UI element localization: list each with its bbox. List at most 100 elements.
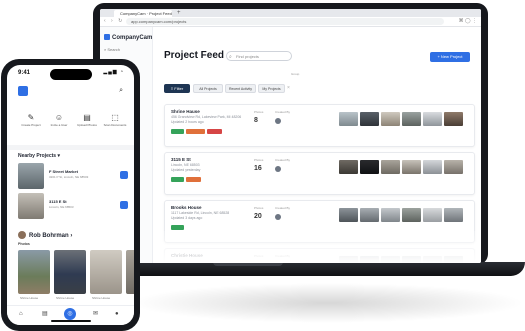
project-tag <box>186 129 205 134</box>
photo-thumbnail[interactable] <box>339 112 358 126</box>
photo-count: 8 <box>254 117 258 124</box>
browser-address-bar: ‹ › ↻ app.companycam.com/projects ⌘ ◯ ⋮ <box>100 17 481 27</box>
avatar <box>18 231 26 239</box>
photo-thumbnail[interactable] <box>423 112 442 126</box>
photo-thumbnail[interactable] <box>423 208 442 222</box>
avatar <box>275 214 281 220</box>
photo-thumbnail[interactable] <box>381 160 400 174</box>
browser-tab[interactable]: CompanyCam · Project Feed <box>114 10 172 17</box>
user-photo[interactable] <box>126 250 134 294</box>
photo-thumbnail[interactable] <box>360 112 379 126</box>
project-tag <box>171 177 184 182</box>
photo-thumbnail[interactable] <box>339 208 358 222</box>
new-tab-icon[interactable]: + <box>177 9 181 17</box>
section-divider <box>7 145 134 150</box>
camera-icon[interactable] <box>120 201 128 209</box>
scan-icon: ⬚ <box>111 113 119 122</box>
dynamic-island <box>50 69 92 80</box>
page-title: Project Feed <box>164 50 225 61</box>
created-by-label: Created By <box>275 158 291 162</box>
photo-thumbnail[interactable] <box>402 112 421 126</box>
new-project-button[interactable]: + New Project <box>430 52 470 62</box>
project-updated: Updated 2 hours ago <box>171 120 204 124</box>
photo-thumbnail[interactable] <box>444 112 463 126</box>
quick-action-upload-photos[interactable]: ▤ Upload Photos <box>73 113 101 127</box>
nearby-project-item[interactable]: 3115 E St Lincoln, NE 68503 <box>18 193 128 219</box>
photo-caption: Shrine House <box>92 296 111 300</box>
phone-screen: 9:41 ▂▄▆ ◔ ⌕ ✎ Create Project ☺ Invite a… <box>7 65 134 325</box>
photo-thumbnail[interactable] <box>381 208 400 222</box>
user-photo[interactable] <box>54 250 86 294</box>
browser-tabbar: CompanyCam · Project Feed + <box>100 9 481 17</box>
search-icon[interactable]: ⌕ <box>119 87 123 95</box>
project-name[interactable]: Brooks House <box>171 205 202 210</box>
messages-icon[interactable]: ✉ <box>93 309 98 319</box>
home-indicator <box>51 320 91 322</box>
photo-thumbnail[interactable] <box>360 160 379 174</box>
photo-thumbnail[interactable] <box>402 208 421 222</box>
photo-thumbnail[interactable] <box>360 208 379 222</box>
upload-icon: ▤ <box>83 113 91 122</box>
projects-icon[interactable]: ▤ <box>42 309 48 319</box>
project-search-input[interactable]: ⌕ Find projects <box>226 51 292 61</box>
quick-action-create-project[interactable]: ✎ Create Project <box>17 113 45 127</box>
photo-thumbnail[interactable] <box>381 112 400 126</box>
project-thumbnail <box>18 193 44 219</box>
brand-name: CompanyCam <box>112 35 153 41</box>
url-field[interactable]: app.companycam.com/projects <box>126 18 444 25</box>
camera-icon[interactable]: ◎ <box>64 308 76 320</box>
project-address: Lincoln, NE 68503 <box>171 163 200 167</box>
photo-thumbnail[interactable] <box>423 160 442 174</box>
photo-thumbnail[interactable] <box>444 160 463 174</box>
app-logo-icon <box>18 86 28 96</box>
quick-action-scan-documents[interactable]: ⬚ Scan Documents <box>101 113 129 127</box>
user-photo[interactable] <box>18 250 50 294</box>
filter-button[interactable]: ≡ Filter <box>164 84 190 93</box>
project-tag <box>171 129 184 134</box>
laptop-screen: CompanyCam · Project Feed + ‹ › ↻ app.co… <box>100 9 481 263</box>
chip-recent-activity[interactable]: Recent Activity <box>225 84 256 93</box>
photo-caption: Shrine House <box>56 296 75 300</box>
laptop-shadow <box>130 283 525 323</box>
chip-all-projects[interactable]: All Projects <box>193 84 223 93</box>
user-header[interactable]: Rob Bohrman › <box>18 231 72 239</box>
profile-icon[interactable]: ● <box>115 309 119 319</box>
chip-my-projects[interactable]: My Projects <box>258 84 285 93</box>
project-name: 3115 E St <box>49 199 67 204</box>
browser-nav-icons[interactable]: ‹ › ↻ <box>104 17 124 26</box>
project-tag <box>207 129 222 134</box>
photos-label: Photos <box>254 110 264 114</box>
project-address: Lincoln, NE 68503 <box>49 205 74 209</box>
photos-label: Photos <box>254 206 264 210</box>
photo-thumbnail[interactable] <box>402 160 421 174</box>
project-card[interactable]: Shrine Hause 456 Grandview Rd, Lakeview … <box>164 104 475 147</box>
project-tag <box>186 177 201 182</box>
avatar <box>275 166 281 172</box>
sidebar-search-label: Search <box>107 47 121 52</box>
photo-thumbnail[interactable] <box>339 160 358 174</box>
nearby-projects-title[interactable]: Nearby Projects ▾ <box>18 153 60 159</box>
sidebar-search[interactable]: ⌕ Search <box>104 47 120 52</box>
quick-action-label: Upload Photos <box>77 123 97 127</box>
quick-action-label: Create Project <box>21 123 41 127</box>
quick-action-invite-user[interactable]: ☺ Invite a User <box>45 113 73 127</box>
nearby-project-item[interactable]: F Street Market 3201 P St, Lincoln, NE 6… <box>18 163 128 189</box>
project-updated: Updated 3 days ago <box>171 216 203 220</box>
phone-tab-bar: ⌂ ▤ ◎ ✉ ● <box>7 305 134 325</box>
camera-icon[interactable] <box>120 171 128 179</box>
browser-extension-icons[interactable]: ⌘ ◯ ⋮ <box>459 17 477 26</box>
home-icon[interactable]: ⌂ <box>19 309 23 319</box>
project-name[interactable]: 3115 E St <box>171 157 191 162</box>
quick-action-label: Invite a User <box>50 123 68 127</box>
brand-logo[interactable]: CompanyCam <box>104 34 152 41</box>
photos-label: Photos <box>254 158 264 162</box>
clear-filters-icon[interactable]: × <box>287 84 290 93</box>
status-icons: ▂▄▆ ◔ <box>103 69 124 75</box>
filter-caption: Group <box>291 72 300 76</box>
photo-thumbnail[interactable] <box>444 208 463 222</box>
project-card[interactable]: 3115 E St Lincoln, NE 68503 Updated yest… <box>164 152 475 195</box>
user-photo[interactable] <box>90 250 122 294</box>
created-by-label: Created By <box>275 110 291 114</box>
project-name[interactable]: Shrine Hause <box>171 109 200 114</box>
photo-caption: Shrine House <box>20 296 39 300</box>
